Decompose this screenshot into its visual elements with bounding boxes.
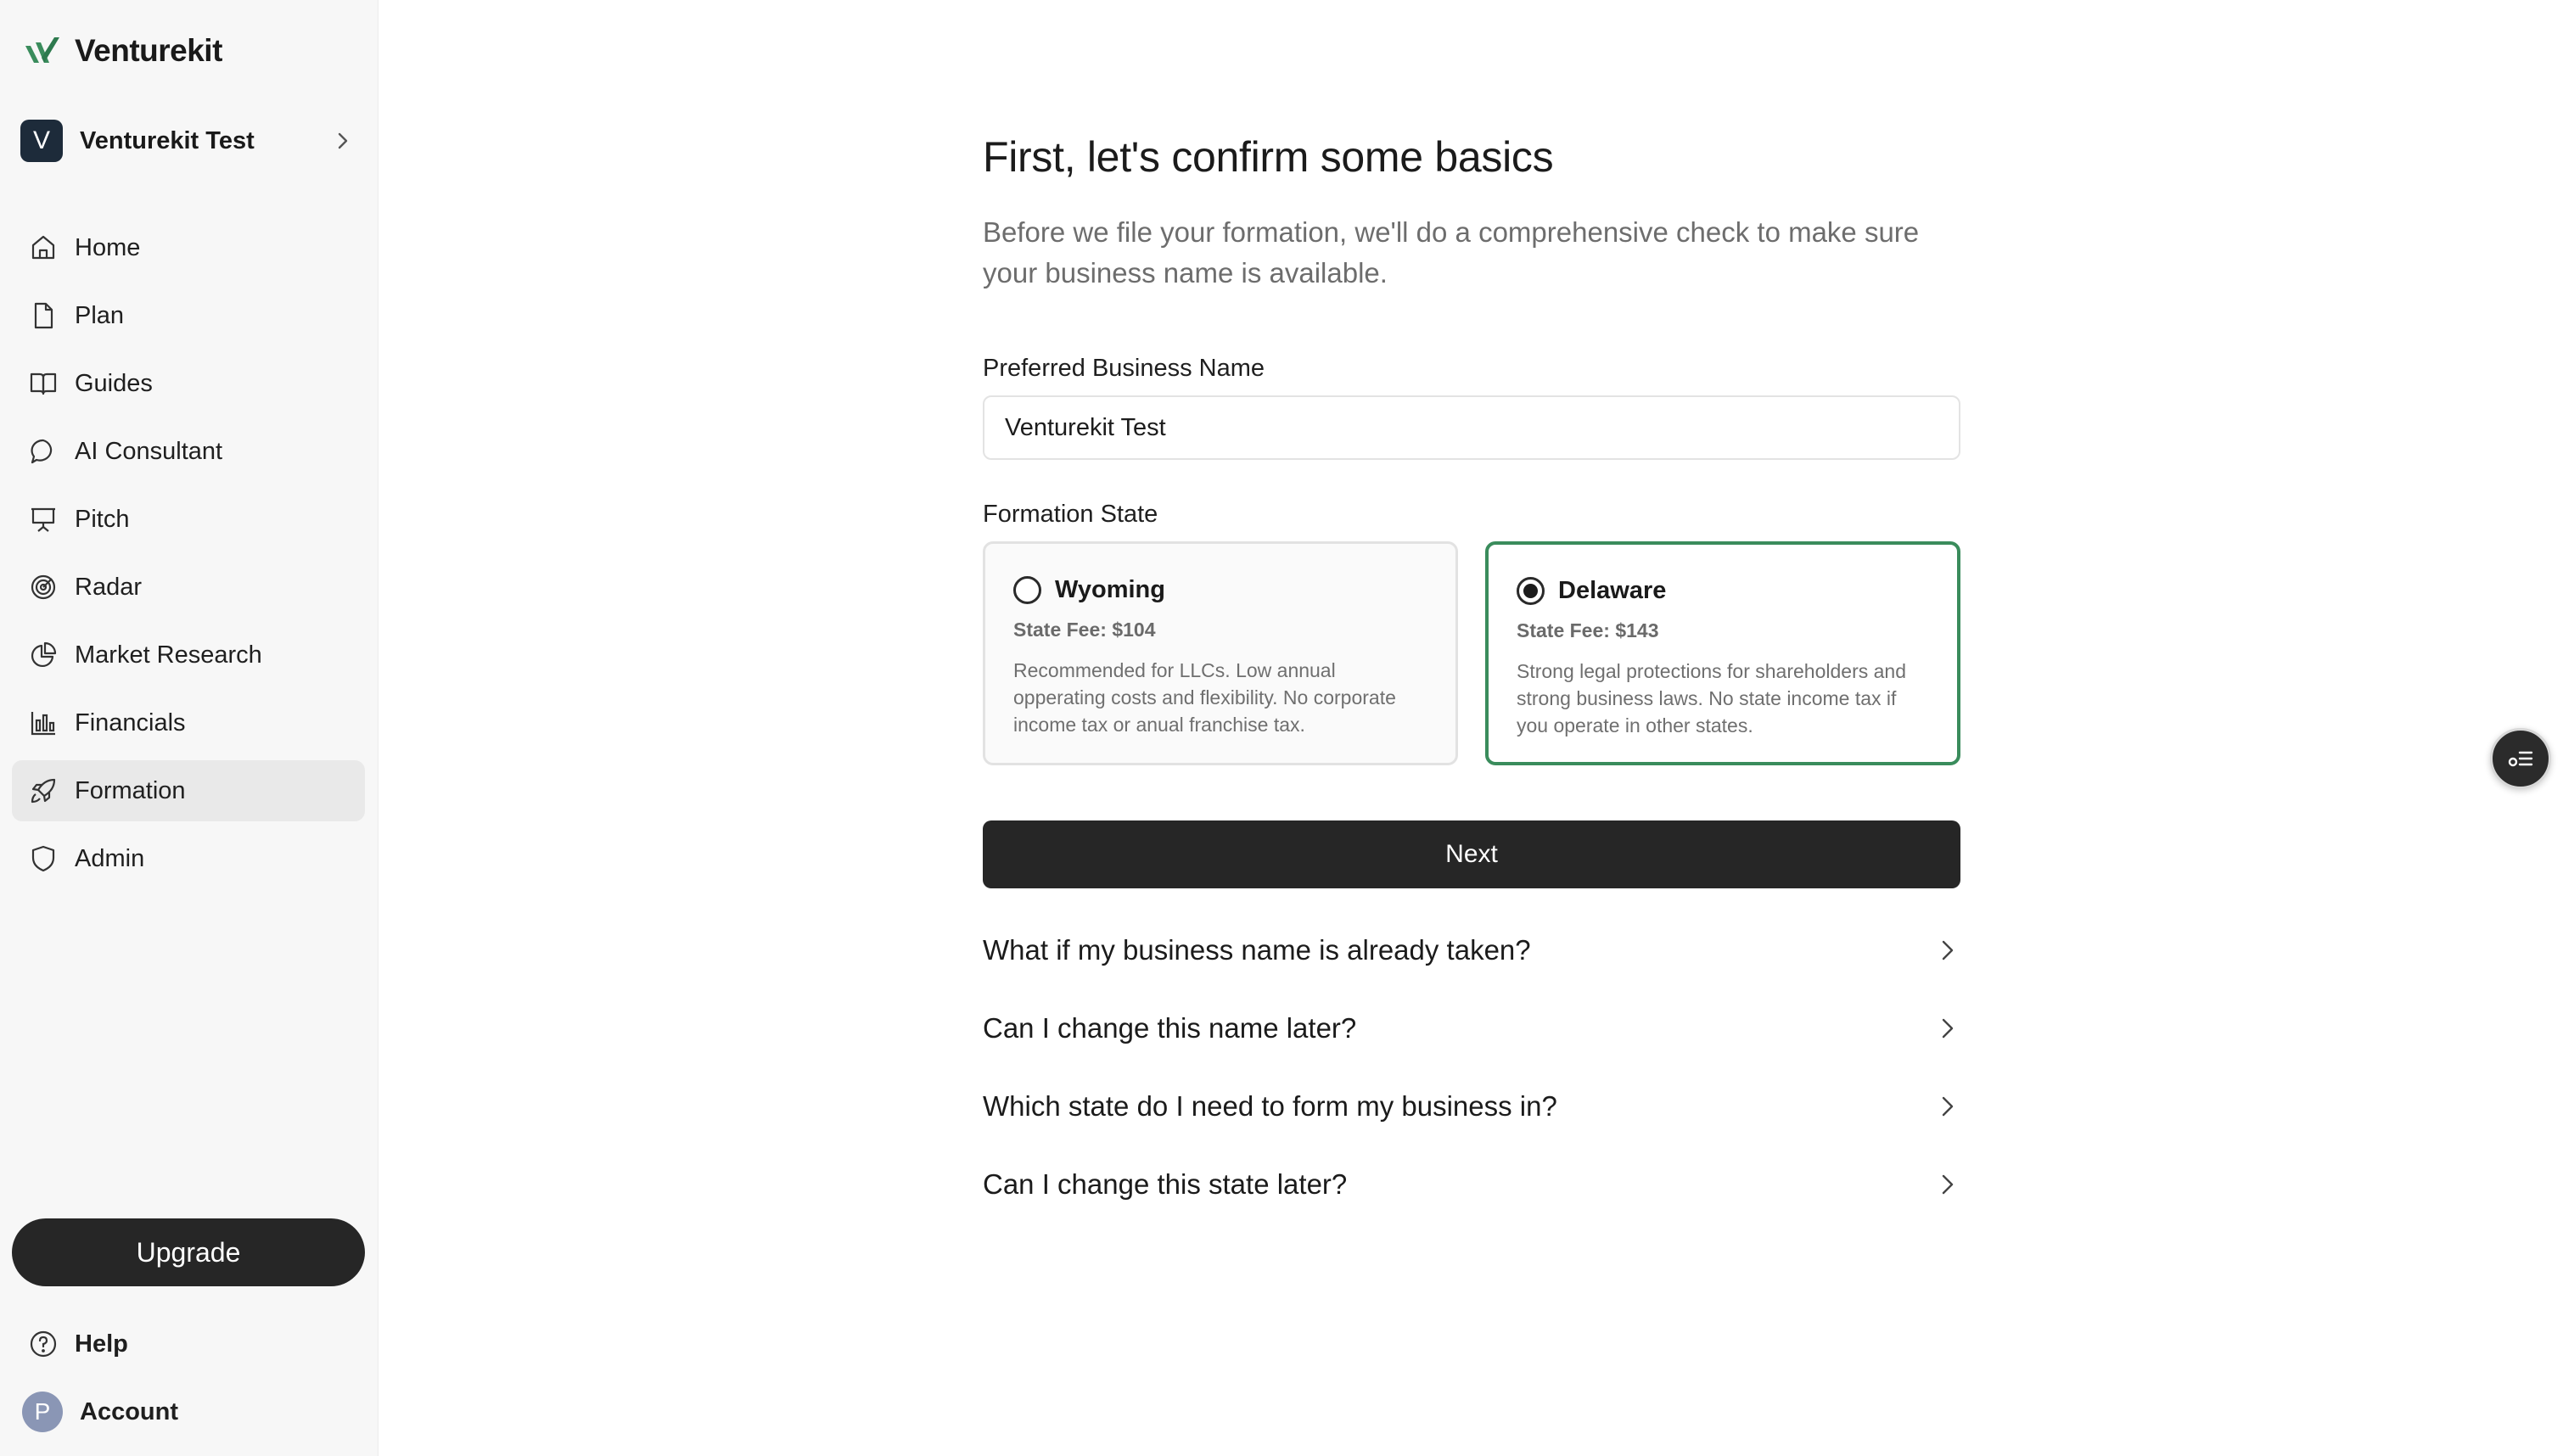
page-subtitle: Before we file your formation, we'll do … <box>983 216 1920 288</box>
state-fee: State Fee: $104 <box>1013 619 1156 641</box>
sidebar-item-radar[interactable]: Radar <box>12 557 365 618</box>
sidebar-item-label: Financials <box>75 708 186 736</box>
faq-question: Can I change this state later? <box>983 1168 1348 1200</box>
pie-chart-icon <box>31 641 57 668</box>
sidebar-nav: Home Plan Guides AI Consultant Pitch Rad… <box>12 217 365 896</box>
sidebar-item-pitch[interactable]: Pitch <box>12 489 365 550</box>
sidebar-item-label: Plan <box>75 301 125 329</box>
faq-question: What if my business name is already take… <box>983 934 1531 966</box>
sidebar: Venturekit V Venturekit Test Home Plan G… <box>0 0 379 1456</box>
bar-chart-icon <box>31 712 55 736</box>
book-icon <box>30 372 57 395</box>
state-fee: State Fee: $143 <box>1517 619 1659 641</box>
faq-question: Which state do I need to form my busines… <box>983 1090 1557 1122</box>
document-icon <box>34 302 53 329</box>
sidebar-item-market-research[interactable]: Market Research <box>12 624 365 686</box>
sidebar-item-admin[interactable]: Admin <box>12 828 365 889</box>
radio-button[interactable] <box>1013 575 1041 604</box>
presentation-icon <box>31 507 55 532</box>
faq-item[interactable]: Can I change this state later? <box>983 1159 1960 1210</box>
venturekit-logo-icon <box>25 37 59 63</box>
sidebar-item-label: Guides <box>75 369 153 397</box>
help-circle-icon <box>30 1330 57 1358</box>
sidebar-item-formation[interactable]: Formation <box>12 760 365 821</box>
list-settings-icon <box>2508 751 2533 767</box>
sidebar-item-label: Admin <box>75 844 145 872</box>
chevron-right-icon <box>338 132 348 149</box>
faq-question: Can I change this name later? <box>983 1012 1357 1044</box>
sidebar-item-label: Pitch <box>75 505 130 533</box>
state-description: Recommended for LLCs. Low annual opperat… <box>1013 659 1396 736</box>
avatar: P <box>22 1392 63 1432</box>
workspace-avatar: V <box>20 120 63 162</box>
brand[interactable]: Venturekit <box>24 31 222 71</box>
sidebar-item-home[interactable]: Home <box>12 217 365 278</box>
sidebar-item-label: Home <box>75 233 141 261</box>
faq-item[interactable]: Which state do I need to form my busines… <box>983 1081 1960 1132</box>
state-name: Wyoming <box>1055 575 1165 603</box>
rocket-icon <box>31 778 56 804</box>
business-name-input[interactable] <box>983 395 1960 460</box>
chat-icon <box>31 439 53 464</box>
business-name-label: Preferred Business Name <box>983 355 1265 382</box>
state-option-wyoming[interactable]: Wyoming State Fee: $104 Recommended for … <box>983 541 1458 765</box>
sidebar-item-ai-consultant[interactable]: AI Consultant <box>12 421 365 482</box>
brand-name: Venturekit <box>75 33 222 68</box>
floating-menu-button[interactable] <box>2490 728 2551 789</box>
sidebar-item-label: Market Research <box>75 641 262 669</box>
sidebar-item-plan[interactable]: Plan <box>12 285 365 346</box>
workspace-name: Venturekit Test <box>80 126 255 154</box>
page-title: First, let's confirm some basics <box>983 133 1554 181</box>
state-option-header: Delaware <box>1517 574 1929 608</box>
chevron-right-icon <box>1942 1018 1954 1039</box>
formation-state-label: Formation State <box>983 501 1158 528</box>
radar-icon <box>31 574 56 600</box>
state-description: Strong legal protections for shareholder… <box>1517 660 1907 736</box>
sidebar-item-label: Formation <box>75 776 186 804</box>
state-option-header: Wyoming <box>1013 573 1427 607</box>
help-link[interactable]: Help <box>29 1322 128 1366</box>
account-label: Account <box>80 1397 178 1425</box>
state-option-delaware[interactable]: Delaware State Fee: $143 Strong legal pr… <box>1485 541 1960 765</box>
next-button[interactable]: Next <box>983 820 1960 888</box>
chevron-right-icon <box>1942 940 1954 960</box>
upgrade-button[interactable]: Upgrade <box>12 1218 365 1286</box>
home-icon <box>31 235 55 260</box>
sidebar-item-label: AI Consultant <box>75 437 223 465</box>
chevron-right-icon <box>1942 1096 1954 1117</box>
shield-icon <box>31 845 55 872</box>
radio-button[interactable] <box>1517 576 1545 605</box>
chevron-right-icon <box>1942 1174 1954 1195</box>
sidebar-item-label: Radar <box>75 573 142 601</box>
sidebar-item-financials[interactable]: Financials <box>12 692 365 753</box>
faq-item[interactable]: Can I change this name later? <box>983 1003 1960 1054</box>
faq-item[interactable]: What if my business name is already take… <box>983 925 1960 976</box>
account-link[interactable]: P Account <box>22 1390 178 1434</box>
sidebar-item-guides[interactable]: Guides <box>12 353 365 414</box>
help-label: Help <box>75 1330 128 1358</box>
state-name: Delaware <box>1558 576 1667 604</box>
workspace-switcher[interactable]: V Venturekit Test <box>20 119 358 163</box>
